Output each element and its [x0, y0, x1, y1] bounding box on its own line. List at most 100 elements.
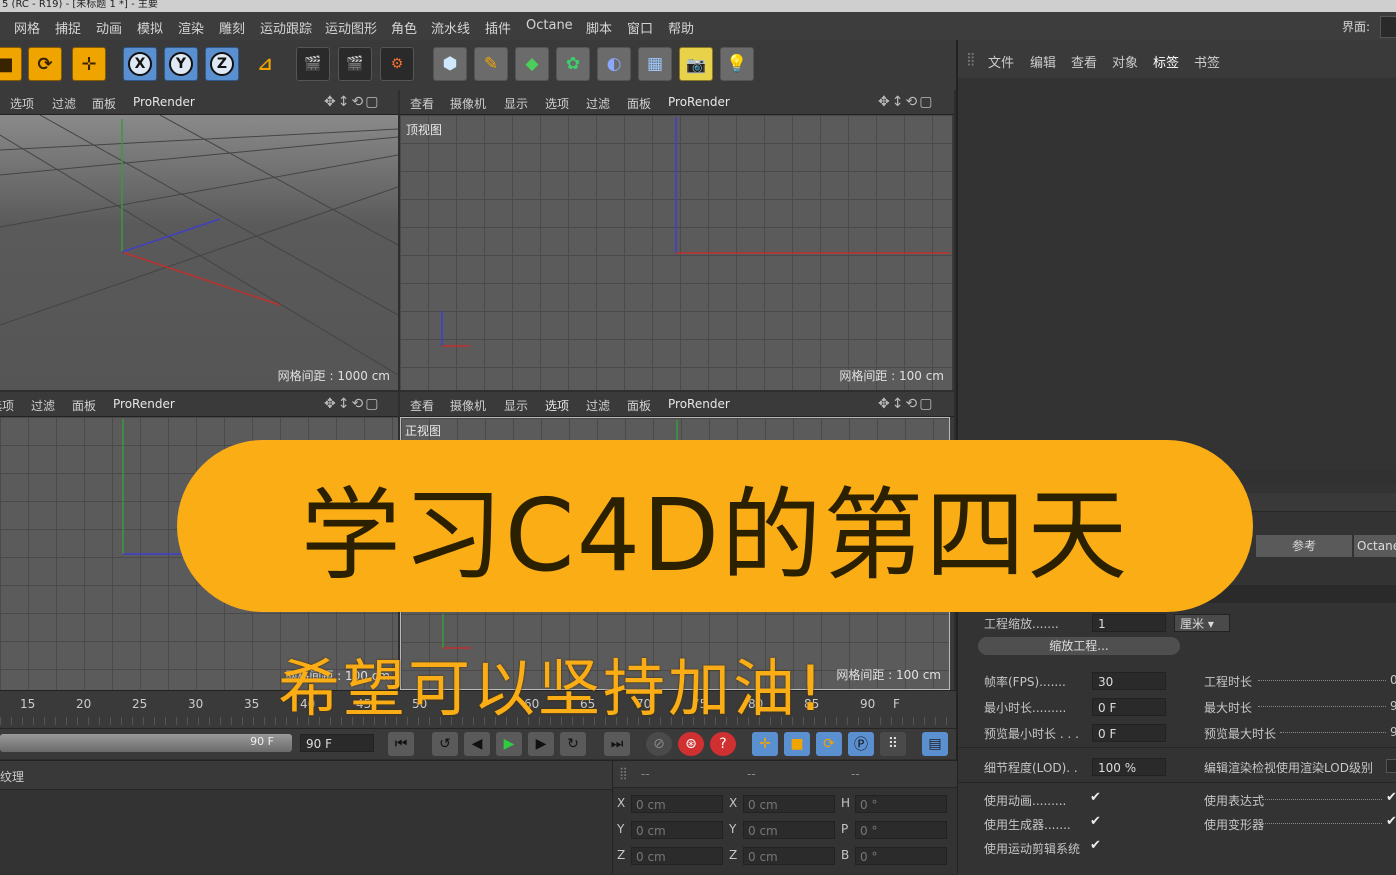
use-generators-checkbox[interactable]: ✔: [1090, 814, 1101, 829]
attr-tab-octane[interactable]: Octane: [1354, 535, 1396, 557]
vp-menu-prorender[interactable]: ProRender: [133, 95, 195, 109]
render-region-icon[interactable]: 🎬: [338, 47, 372, 81]
key-scale-icon[interactable]: ■: [784, 732, 810, 756]
om-menu-tags[interactable]: 标签: [1153, 52, 1179, 71]
menu-simulate[interactable]: 模拟: [137, 18, 163, 37]
viewport-perspective[interactable]: 选项 过滤 面板 ProRender ✥↕⟲▢ 网格间距 : 1000 cm: [0, 90, 398, 390]
menu-window[interactable]: 窗口: [627, 18, 653, 37]
previous-key-icon[interactable]: ↺: [432, 732, 458, 756]
vp-front-menu-filter[interactable]: 过滤: [586, 397, 610, 414]
end-frame-input[interactable]: 90 F: [300, 734, 374, 752]
deformer-icon[interactable]: ◐: [597, 47, 631, 81]
om-menu-view[interactable]: 查看: [1071, 52, 1097, 71]
vp-front-menu-view[interactable]: 查看: [410, 397, 434, 414]
vp-front-menu-prorender[interactable]: ProRender: [668, 397, 730, 411]
frame-range-slider[interactable]: 90 F: [0, 734, 292, 752]
go-to-end-icon[interactable]: ⏭: [604, 732, 630, 756]
next-key-icon[interactable]: ↻: [560, 732, 586, 756]
use-animation-checkbox[interactable]: ✔: [1090, 790, 1101, 805]
om-menu-file[interactable]: 文件: [988, 52, 1014, 71]
use-mograph-checkbox[interactable]: ✔: [1090, 838, 1101, 853]
y-axis-lock-button[interactable]: Y: [164, 47, 198, 81]
use-expressions-checkbox[interactable]: ✔: [1386, 790, 1396, 805]
om-menu-object[interactable]: 对象: [1112, 52, 1138, 71]
play-icon[interactable]: ▶: [496, 732, 522, 756]
use-deformers-checkbox[interactable]: ✔: [1386, 814, 1396, 829]
scale-project-button[interactable]: 缩放工程...: [978, 637, 1180, 655]
coord-rot-p-input[interactable]: 0 °: [855, 821, 947, 839]
auto-key-icon[interactable]: ?: [710, 732, 736, 756]
vp-front-menu-display[interactable]: 显示: [504, 397, 528, 414]
viewport-perspective-canvas[interactable]: 网格间距 : 1000 cm: [0, 115, 398, 390]
menu-script[interactable]: 脚本: [586, 18, 612, 37]
key-parameter-icon[interactable]: Ⓟ: [848, 732, 874, 756]
go-to-start-icon[interactable]: ⏮: [388, 732, 414, 756]
project-scale-unit-dropdown[interactable]: 厘米 ▾: [1174, 614, 1230, 632]
lod-render-checkbox[interactable]: [1386, 759, 1396, 773]
preview-min-input[interactable]: 0 F: [1092, 724, 1166, 742]
vp-top-menu-view[interactable]: 查看: [410, 95, 434, 112]
x-axis-lock-button[interactable]: X: [123, 47, 157, 81]
vp-right-menu-options[interactable]: 选项: [0, 397, 14, 414]
cube-primitive-icon[interactable]: ⬢: [433, 47, 467, 81]
menu-character[interactable]: 角色: [391, 18, 417, 37]
coord-size-y-input[interactable]: 0 cm: [743, 821, 835, 839]
vp-right-menu-prorender[interactable]: ProRender: [113, 397, 175, 411]
menu-mograph[interactable]: 运动图形: [325, 18, 377, 37]
coordinate-system-icon[interactable]: ⊿: [248, 47, 282, 81]
viewport-top-canvas[interactable]: 顶视图 网格间距 : 100 cm: [400, 115, 952, 390]
coord-pos-z-input[interactable]: 0 cm: [631, 847, 723, 865]
previous-frame-icon[interactable]: ◀: [464, 732, 490, 756]
vp-right-menu-filter[interactable]: 过滤: [31, 397, 55, 414]
vp-front-menu-options[interactable]: 选项: [545, 397, 569, 414]
scale-tool-icon[interactable]: ■: [0, 47, 22, 81]
subdivision-icon[interactable]: ◆: [515, 47, 549, 81]
attr-tab-reference[interactable]: 参考: [1256, 535, 1352, 557]
object-manager-list[interactable]: [1006, 78, 1396, 470]
rotate-tool-icon[interactable]: ⟳: [28, 47, 62, 81]
panel-grip-icon[interactable]: ⣿: [966, 52, 976, 67]
fps-input[interactable]: 30: [1092, 672, 1166, 690]
light-icon[interactable]: 💡: [720, 47, 754, 81]
menu-snap[interactable]: 捕捉: [55, 18, 81, 37]
vp-right-menu-panel[interactable]: 面板: [72, 397, 96, 414]
next-frame-icon[interactable]: ▶: [528, 732, 554, 756]
min-time-input[interactable]: 0 F: [1092, 698, 1166, 716]
menu-sculpt[interactable]: 雕刻: [219, 18, 245, 37]
vp-top-menu-prorender[interactable]: ProRender: [668, 95, 730, 109]
vp-front-menu-camera[interactable]: 摄像机: [450, 397, 486, 414]
vp-top-menu-display[interactable]: 显示: [504, 95, 528, 112]
viewport-top-nav-icons[interactable]: ✥↕⟲▢: [878, 94, 934, 110]
coord-rot-b-input[interactable]: 0 °: [855, 847, 947, 865]
material-menu-texture[interactable]: 纹理: [0, 768, 24, 785]
vp-top-menu-panel[interactable]: 面板: [627, 95, 651, 112]
timeline-window-icon[interactable]: ▤: [922, 732, 948, 756]
vp-top-menu-camera[interactable]: 摄像机: [450, 95, 486, 112]
project-scale-input[interactable]: 1: [1092, 614, 1166, 632]
vp-front-menu-panel[interactable]: 面板: [627, 397, 651, 414]
menu-plugins[interactable]: 插件: [485, 18, 511, 37]
om-menu-edit[interactable]: 编辑: [1030, 52, 1056, 71]
coord-size-z-input[interactable]: 0 cm: [743, 847, 835, 865]
coord-pos-x-input[interactable]: 0 cm: [631, 795, 723, 813]
pen-spline-icon[interactable]: ✎: [474, 47, 508, 81]
coord-pos-y-input[interactable]: 0 cm: [631, 821, 723, 839]
viewport-nav-icons[interactable]: ✥↕⟲▢: [324, 94, 380, 110]
move-tool-icon[interactable]: ✛: [72, 47, 106, 81]
cloner-icon[interactable]: ✿: [556, 47, 590, 81]
render-view-icon[interactable]: 🎬: [296, 47, 330, 81]
vp-top-menu-options[interactable]: 选项: [545, 95, 569, 112]
record-disabled-icon[interactable]: ⊘: [646, 732, 672, 756]
viewport-top[interactable]: 查看 摄像机 显示 选项 过滤 面板 ProRender ✥↕⟲▢ 顶视图 网格…: [400, 90, 954, 390]
vp-top-menu-filter[interactable]: 过滤: [586, 95, 610, 112]
render-settings-icon[interactable]: ⚙: [380, 47, 414, 81]
menu-help[interactable]: 帮助: [668, 18, 694, 37]
coord-grip-icon[interactable]: ⣿: [619, 766, 628, 780]
om-menu-bookmarks[interactable]: 书签: [1194, 52, 1220, 71]
viewport-right-nav-icons[interactable]: ✥↕⟲▢: [324, 396, 380, 412]
key-point-level-icon[interactable]: ⠿: [880, 732, 906, 756]
menu-render[interactable]: 渲染: [178, 18, 204, 37]
key-rotation-icon[interactable]: ⟳: [816, 732, 842, 756]
record-keys-icon[interactable]: ⊛: [678, 732, 704, 756]
coord-size-x-input[interactable]: 0 cm: [743, 795, 835, 813]
